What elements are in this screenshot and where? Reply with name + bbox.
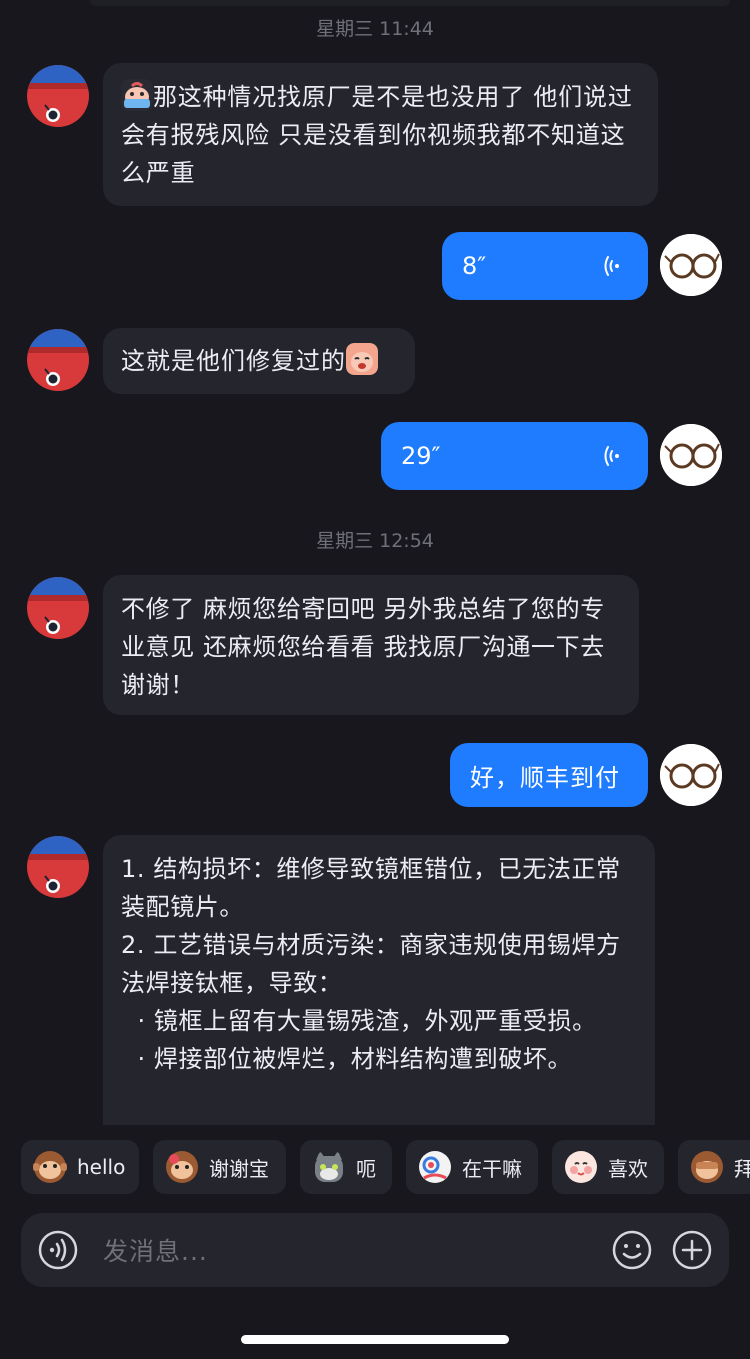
message-text: 不修了 麻烦您给寄回吧 另外我总结了您的专业意见 还麻烦您给看看 我找原厂沟通一… [121, 595, 614, 699]
voice-wave-icon [604, 446, 619, 466]
composer-actions [611, 1229, 713, 1271]
sticker-label: hello [77, 1155, 126, 1179]
sticker-chip[interactable]: 拜 [678, 1140, 750, 1194]
sticker-label: 谢谢宝 [209, 1156, 269, 1181]
sticker-chip[interactable]: 在干嘛 [406, 1140, 538, 1194]
contact-avatar[interactable] [27, 65, 89, 127]
message-text: 好，顺丰到付 [470, 763, 620, 792]
voice-duration: 29″ [401, 442, 441, 470]
voice-duration: 8″ [462, 252, 487, 280]
home-indicator[interactable] [241, 1335, 509, 1344]
my-avatar[interactable] [660, 424, 722, 486]
cute-blush-sticker [565, 1151, 597, 1183]
voice-message-bubble[interactable]: 8″ [442, 232, 648, 300]
incoming-message[interactable]: 1. 结构损坏：维修导致镜框错位，已无法正常装配镜片。 2. 工艺错误与材质污染… [103, 835, 655, 1125]
voice-message-bubble[interactable]: 29″ [381, 422, 648, 490]
monkey-cover-sticker [691, 1151, 723, 1183]
outgoing-message[interactable]: 好，顺丰到付 [450, 743, 648, 807]
emoji-icon[interactable] [611, 1229, 653, 1271]
incoming-message[interactable]: 这就是他们修复过的 [103, 328, 415, 394]
message-input[interactable]: 发消息... [103, 1232, 611, 1268]
monkey-sticker [33, 1151, 67, 1183]
sticker-chip[interactable]: hello [21, 1140, 139, 1194]
sticker-chip[interactable]: 喜欢 [552, 1140, 664, 1194]
crying-face-sticker [121, 79, 153, 111]
plus-icon[interactable] [671, 1229, 713, 1271]
contact-avatar[interactable] [27, 577, 89, 639]
chat-screen: 星期三 11:44 那这种情况找原厂是不是也没用了 他们说过会有报残风险 只是没… [0, 0, 750, 1359]
sticker-label: 拜 [734, 1156, 750, 1181]
voice-wave-icon [604, 256, 619, 276]
timestamp: 星期三 11:44 [316, 18, 434, 40]
my-avatar[interactable] [660, 744, 722, 806]
contact-avatar[interactable] [27, 836, 89, 898]
previous-message-edge [90, 0, 730, 6]
crying-face-sticker [346, 343, 378, 375]
incoming-message[interactable]: 不修了 麻烦您给寄回吧 另外我总结了您的专业意见 还麻烦您给看看 我找原厂沟通一… [103, 575, 639, 715]
sticker-label: 喜欢 [608, 1156, 648, 1181]
incoming-message[interactable]: 那这种情况找原厂是不是也没用了 他们说过会有报残风险 只是没看到你视频我都不知道… [103, 63, 658, 206]
message-text: 1. 结构损坏：维修导致镜框错位，已无法正常装配镜片。 2. 工艺错误与材质污染… [121, 855, 621, 1073]
sticker-chip[interactable]: 呃 [300, 1140, 392, 1194]
peeking-sticker [419, 1151, 451, 1183]
monkey-flower-sticker [166, 1151, 198, 1183]
message-text: 那这种情况找原厂是不是也没用了 他们说过会有报残风险 只是没看到你视频我都不知道… [121, 83, 633, 187]
my-avatar[interactable] [660, 234, 722, 296]
message-composer[interactable]: 发消息... [21, 1213, 729, 1287]
contact-avatar[interactable] [27, 329, 89, 391]
voice-icon[interactable] [37, 1229, 79, 1271]
sticker-label: 在干嘛 [462, 1156, 522, 1181]
sticker-suggestion-bar[interactable]: hello 谢谢宝 呃 在干嘛 喜欢 拜 [0, 1140, 750, 1196]
message-text: 这就是他们修复过的 [121, 347, 346, 375]
cat-sticker [315, 1151, 343, 1182]
sticker-chip[interactable]: 谢谢宝 [153, 1140, 286, 1194]
sticker-label: 呃 [356, 1156, 376, 1181]
timestamp: 星期三 12:54 [316, 530, 434, 552]
